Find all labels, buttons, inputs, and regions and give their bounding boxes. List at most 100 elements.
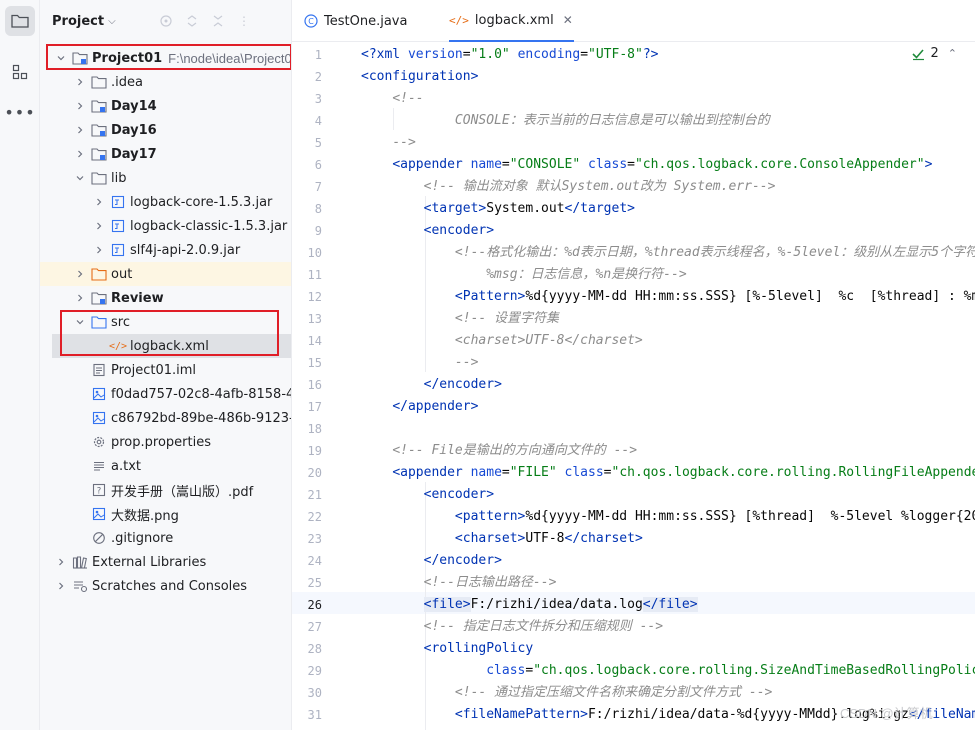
close-icon[interactable]: ✕ xyxy=(563,13,573,27)
code-line[interactable]: <!-- 输出流对象 默认System.out改为 System.err--> xyxy=(361,176,776,198)
code-line[interactable]: <Pattern>%d{yyyy-MM-dd HH:mm:ss.SSS} [%-… xyxy=(361,286,975,308)
code-line[interactable]: <charset>UTF-8</charset> xyxy=(361,330,643,352)
line-number: 17 xyxy=(307,400,322,414)
code-line[interactable]: <!-- 设置字符集 xyxy=(361,308,559,330)
code-line[interactable]: <!--日志输出路径--> xyxy=(361,572,557,594)
collapse-all-icon[interactable] xyxy=(210,13,226,29)
tree-item[interactable]: Day17 xyxy=(40,142,291,166)
code-line[interactable]: <?xml version="1.0" encoding="UTF-8"?> xyxy=(361,44,658,66)
code-line[interactable]: class="ch.qos.logback.core.rolling.SizeA… xyxy=(361,660,975,682)
java-class-icon: C xyxy=(304,14,318,28)
tree-item-label: Day17 xyxy=(111,146,157,162)
chevron-right-icon[interactable] xyxy=(73,118,87,142)
chevron-right-icon[interactable] xyxy=(92,214,106,238)
tree-item-label: Day14 xyxy=(111,98,157,114)
line-number: 21 xyxy=(307,488,322,502)
tree-item[interactable]: lib xyxy=(40,166,291,190)
check-double-icon xyxy=(911,48,924,60)
folder-icon xyxy=(11,14,29,28)
tree-item[interactable]: Review xyxy=(40,286,291,310)
code-line[interactable]: <target>System.out</target> xyxy=(361,198,635,220)
code-line[interactable]: </encoder> xyxy=(361,550,502,572)
chevron-right-icon[interactable] xyxy=(73,142,87,166)
code-line[interactable]: </encoder> xyxy=(361,374,502,396)
code-line[interactable]: </appender> xyxy=(361,396,478,418)
structure-tool-button[interactable] xyxy=(5,57,35,87)
tree-item[interactable]: slf4j-api-2.0.9.jar xyxy=(40,238,291,262)
folder-module-icon xyxy=(91,122,107,138)
line-number: 10 xyxy=(307,246,322,260)
tree-item[interactable]: out xyxy=(40,262,291,286)
code-line[interactable]: --> xyxy=(361,132,415,154)
chevron-up-icon[interactable]: ⌃ xyxy=(948,47,957,60)
chevron-right-icon[interactable] xyxy=(54,550,68,574)
chevron-right-icon[interactable] xyxy=(73,94,87,118)
tree-item[interactable]: ? 开发手册（嵩山版）.pdf xyxy=(40,478,291,502)
tree-arrow-spacer xyxy=(73,406,87,430)
tree-item[interactable]: a.txt xyxy=(40,454,291,478)
code-line[interactable]: <pattern>%d{yyyy-MM-dd HH:mm:ss.SSS} [%t… xyxy=(361,506,975,528)
more-tools-button[interactable]: ••• xyxy=(4,97,36,127)
code-line[interactable]: <charset>UTF-8</charset> xyxy=(361,528,643,550)
tree-item[interactable]: External Libraries xyxy=(40,550,291,574)
tree-item[interactable]: .idea xyxy=(40,70,291,94)
tree-item-label: External Libraries xyxy=(92,554,207,570)
chevron-down-icon[interactable] xyxy=(73,166,87,190)
tree-item[interactable]: Project01.iml xyxy=(40,358,291,382)
options-icon[interactable]: ⋮ xyxy=(236,13,252,29)
code-line[interactable]: <!-- 通过指定压缩文件名称来确定分割文件方式 --> xyxy=(361,682,772,704)
tree-item-label: a.txt xyxy=(111,458,141,474)
code-line[interactable]: <configuration> xyxy=(361,66,478,88)
code-line[interactable]: <!-- xyxy=(361,88,423,110)
tree-item[interactable]: logback-classic-1.5.3.jar xyxy=(40,214,291,238)
code-text[interactable]: <?xml version="1.0" encoding="UTF-8"?> <c… xyxy=(361,42,975,730)
locate-icon[interactable] xyxy=(158,13,174,29)
line-number: 6 xyxy=(314,158,322,172)
tree-item[interactable]: prop.properties xyxy=(40,430,291,454)
line-number: 14 xyxy=(307,334,322,348)
code-line[interactable]: %msg：日志信息，%n是换行符--> xyxy=(361,264,686,286)
code-line[interactable]: <file>F:/rizhi/idea/data.log</file> xyxy=(361,594,698,616)
code-line[interactable]: <!--格式化输出：%d表示日期，%thread表示线程名，%-5level：级… xyxy=(361,242,975,264)
project-tool-button[interactable] xyxy=(5,6,35,36)
tree-item[interactable]: Day16 xyxy=(40,118,291,142)
code-line[interactable]: CONSOLE：表示当前的日志信息是可以输出到控制台的 xyxy=(361,110,770,132)
code-line[interactable]: <appender name="CONSOLE" class="ch.qos.l… xyxy=(361,154,932,176)
inspection-widget[interactable]: 2 ⌃ xyxy=(911,46,957,61)
project-panel-title[interactable]: Project xyxy=(52,14,104,29)
code-line[interactable]: <encoder> xyxy=(361,484,494,506)
tree-item-label: c86792bd-89be-486b-9123- xyxy=(111,410,292,426)
more-icon: ••• xyxy=(4,102,36,122)
code-line[interactable]: <!-- File是输出的方向通向文件的 --> xyxy=(361,440,637,462)
tree-item-label: Review xyxy=(111,290,164,306)
tab-testone-java[interactable]: C TestOne.java xyxy=(304,0,430,42)
code-line[interactable]: <encoder> xyxy=(361,220,494,242)
tab-logback-xml[interactable]: </> logback.xml ✕ xyxy=(449,0,574,42)
tree-item[interactable]: f0dad757-02c8-4afb-8158-4 xyxy=(40,382,291,406)
tree-item[interactable]: logback-core-1.5.3.jar xyxy=(40,190,291,214)
line-number: 2 xyxy=(314,70,322,84)
project-header-toolbar: ⋮ xyxy=(158,13,252,29)
line-number: 30 xyxy=(307,686,322,700)
chevron-right-icon[interactable] xyxy=(54,574,68,598)
code-line[interactable]: <appender name="FILE" class="ch.qos.logb… xyxy=(361,462,975,484)
tree-item[interactable]: .gitignore xyxy=(40,526,291,550)
chevron-down-icon[interactable]: ⌵ xyxy=(108,16,116,27)
tree-arrow-spacer xyxy=(73,430,87,454)
line-number: 22 xyxy=(307,510,322,524)
code-line[interactable]: <rollingPolicy xyxy=(361,638,534,660)
chevron-right-icon[interactable] xyxy=(73,70,87,94)
tree-item[interactable]: Day14 xyxy=(40,94,291,118)
tree-arrow-spacer xyxy=(73,478,87,502)
code-line[interactable]: --> xyxy=(361,352,479,374)
tree-item[interactable]: c86792bd-89be-486b-9123- xyxy=(40,406,292,430)
chevron-right-icon[interactable] xyxy=(92,190,106,214)
tree-item[interactable]: 大数据.png xyxy=(40,502,291,526)
chevron-right-icon[interactable] xyxy=(73,262,87,286)
tree-arrow-spacer xyxy=(73,502,87,526)
chevron-right-icon[interactable] xyxy=(73,286,87,310)
chevron-right-icon[interactable] xyxy=(92,238,106,262)
code-line[interactable]: <!-- 指定日志文件拆分和压缩规则 --> xyxy=(361,616,663,638)
expand-all-icon[interactable] xyxy=(184,13,200,29)
tree-item[interactable]: Scratches and Consoles xyxy=(40,574,291,598)
